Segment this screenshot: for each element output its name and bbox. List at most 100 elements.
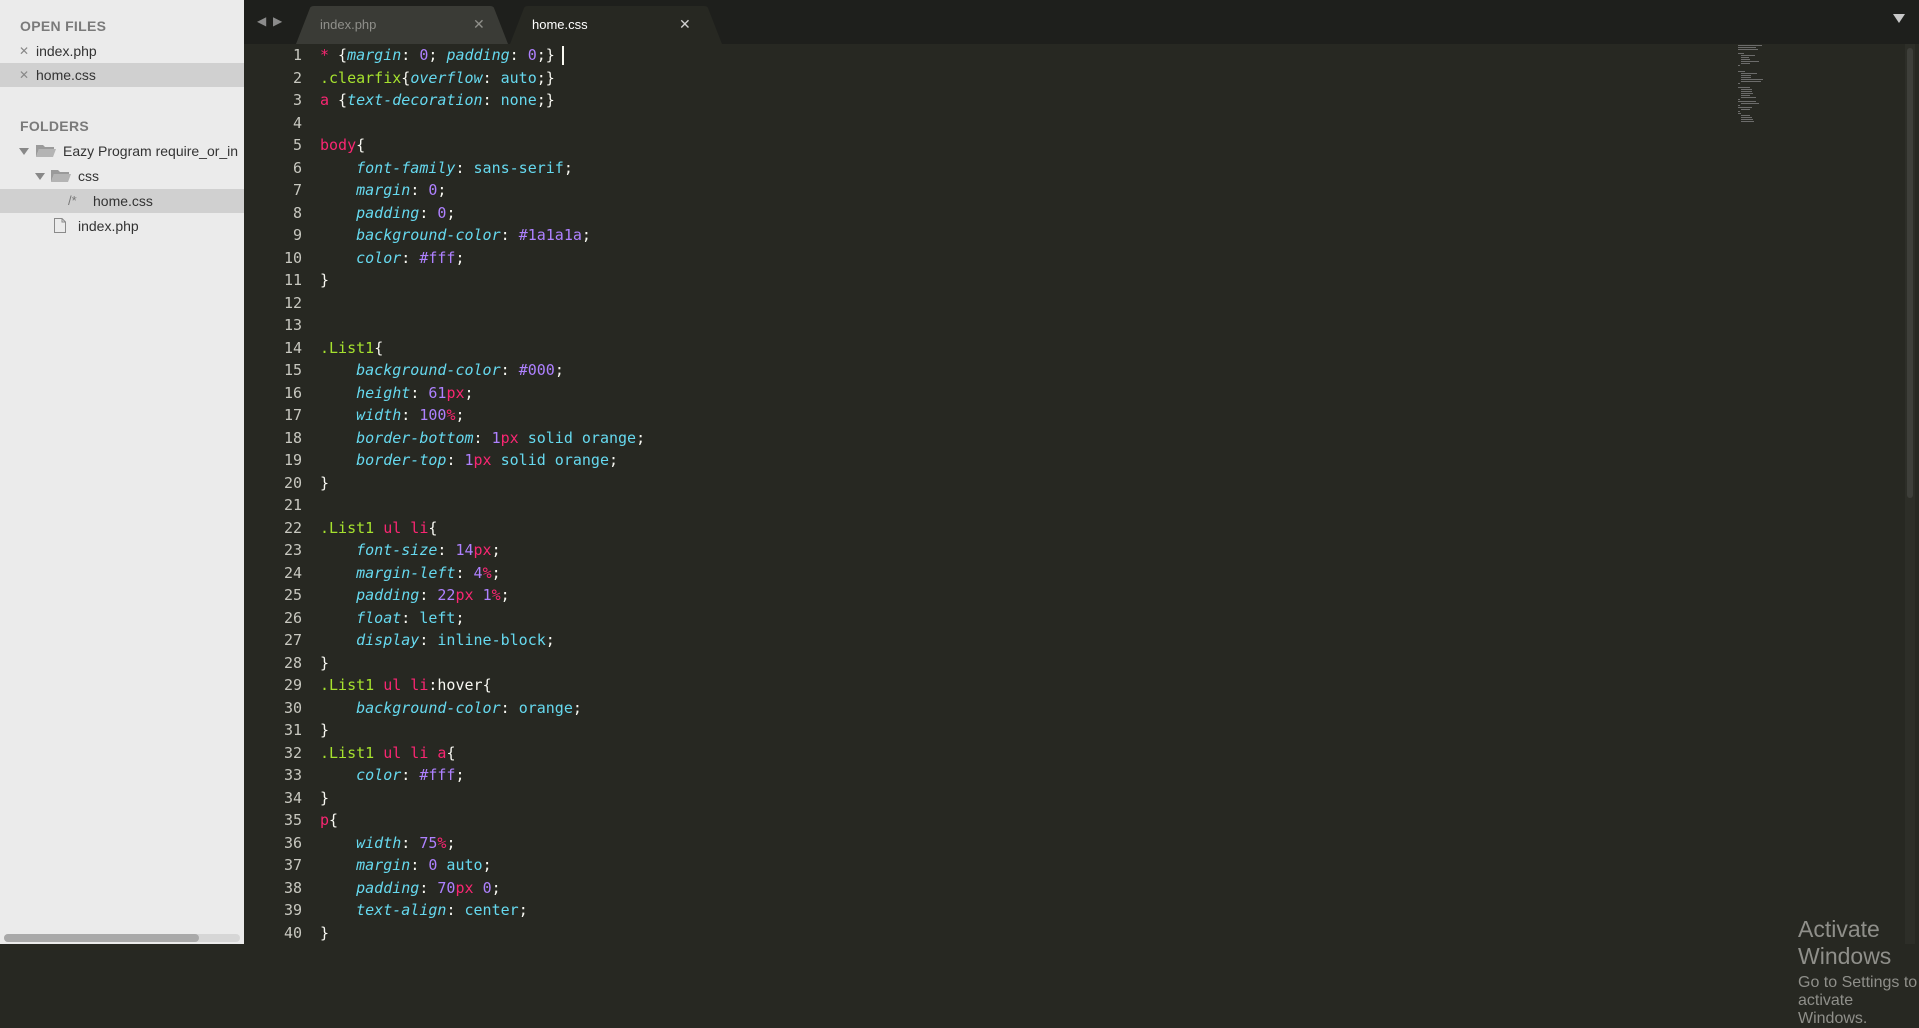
file-label: index.php xyxy=(78,218,139,234)
code-token: #1a1a1a xyxy=(518,226,582,244)
code-line[interactable]: .List1 ul li a{ xyxy=(320,742,455,765)
code-line[interactable]: font-family: sans-serif; xyxy=(320,157,573,180)
open-file-home-css[interactable]: ✕ home.css xyxy=(0,63,244,87)
tab-dropdown-icon[interactable] xyxy=(1893,14,1905,23)
folder-css[interactable]: css xyxy=(0,164,244,188)
tab-label: index.php xyxy=(320,17,377,32)
code-token: } xyxy=(320,473,330,492)
code-line[interactable]: float: left; xyxy=(320,607,465,630)
folder-root[interactable]: Eazy Program require_or_in xyxy=(0,139,244,163)
nav-back-icon[interactable]: ◀ xyxy=(257,14,266,28)
code-line[interactable]: font-size: 14px; xyxy=(320,539,501,562)
code-token: } xyxy=(320,923,330,942)
code-line[interactable]: color: #fff; xyxy=(320,247,464,270)
code-line[interactable]: } xyxy=(320,787,329,810)
code-token: solid orange xyxy=(518,428,637,447)
code-token: : xyxy=(419,586,438,604)
code-line[interactable]: .List1 ul li{ xyxy=(320,517,437,540)
code-line[interactable]: .clearfix{overflow: auto;} xyxy=(320,67,555,90)
code-line[interactable]: .List1{ xyxy=(320,337,383,360)
code-token: : xyxy=(419,631,438,649)
code-token: :hover xyxy=(428,676,483,694)
code-line[interactable]: } xyxy=(320,472,329,495)
code-line[interactable]: background-color: #000; xyxy=(320,359,564,382)
code-line[interactable]: .List1 ul li:hover{ xyxy=(320,674,492,697)
code-line[interactable]: margin: 0; xyxy=(320,179,446,202)
code-token: ; xyxy=(455,608,465,627)
code-token: margin-left xyxy=(356,563,456,582)
code-line[interactable]: text-align: center; xyxy=(320,899,528,922)
line-number: 8 xyxy=(292,203,302,222)
line-number: 26 xyxy=(283,608,302,627)
code-line[interactable]: * {margin: 0; padding: 0;} xyxy=(320,44,555,67)
code-token: : xyxy=(509,46,528,64)
close-icon[interactable]: ✕ xyxy=(473,16,485,33)
code-line[interactable]: body{ xyxy=(320,134,365,157)
code-line[interactable]: background-color: #1a1a1a; xyxy=(320,224,591,247)
chevron-down-icon[interactable] xyxy=(19,148,29,155)
line-number: 25 xyxy=(283,586,302,604)
code-line[interactable]: padding: 0; xyxy=(320,202,455,225)
tab-index-php[interactable]: index.php ✕ xyxy=(296,6,508,44)
code-token: ; xyxy=(491,541,501,559)
code-line[interactable]: color: #fff; xyxy=(320,764,464,787)
code-line[interactable]: } xyxy=(320,719,329,742)
line-number: 33 xyxy=(283,766,302,784)
code-line[interactable]: border-top: 1px solid orange; xyxy=(320,449,618,472)
code-line[interactable]: } xyxy=(320,652,329,675)
editor-scrollbar-thumb[interactable] xyxy=(1907,48,1913,498)
code-line[interactable]: width: 75%; xyxy=(320,832,455,855)
code-token: px xyxy=(455,878,474,897)
sidebar: OPEN FILES ✕ index.php ✕ home.css FOLDER… xyxy=(0,0,244,944)
file-home-css[interactable]: /* home.css xyxy=(0,189,244,213)
line-number: 19 xyxy=(283,451,302,469)
line-number: 27 xyxy=(283,631,302,649)
open-file-index-php[interactable]: ✕ index.php xyxy=(0,39,244,63)
file-index-php[interactable]: index.php xyxy=(0,214,244,238)
code-editor[interactable]: 1 2 3 4 5 6 7 8 9 10 11 12 13 14 15 16 17 18 19 20 21 22 23 24 2… xyxy=(244,44,1919,1027)
code-line[interactable]: display: inline-block; xyxy=(320,629,555,652)
code-line[interactable]: } xyxy=(320,922,329,945)
code-line[interactable]: margin-left: 4%; xyxy=(320,562,501,585)
code-token: : xyxy=(410,383,429,402)
code-token: ;} xyxy=(536,91,555,109)
code-line[interactable]: padding: 70px 0; xyxy=(320,877,501,900)
code-line[interactable]: p{ xyxy=(320,809,338,832)
close-icon[interactable]: ✕ xyxy=(19,63,29,87)
code-token: inline-block xyxy=(437,631,546,649)
code-token: auto xyxy=(437,856,483,874)
code-token: } xyxy=(320,271,330,289)
code-line[interactable]: width: 100%; xyxy=(320,404,464,427)
code-token: { xyxy=(329,811,339,829)
minimap[interactable] xyxy=(1738,44,1848,154)
line-number: 35 xyxy=(283,811,302,829)
code-line[interactable]: padding: 22px 1%; xyxy=(320,584,510,607)
code-token: { xyxy=(356,136,366,154)
nav-forward-icon[interactable]: ▶ xyxy=(273,14,282,28)
code-token: padding xyxy=(356,586,420,604)
code-token: { xyxy=(428,518,438,537)
sidebar-scrollbar-thumb[interactable] xyxy=(4,934,199,942)
chevron-down-icon[interactable] xyxy=(35,173,45,180)
code-line[interactable]: background-color: orange; xyxy=(320,697,582,720)
code-line[interactable]: a {text-decoration: none;} xyxy=(320,89,555,112)
code-token: 0 xyxy=(527,46,537,64)
tab-home-css[interactable]: home.css ✕ xyxy=(510,6,722,44)
line-number: 23 xyxy=(283,541,302,559)
close-icon[interactable]: ✕ xyxy=(19,39,29,63)
code-token: ; xyxy=(446,833,456,852)
code-line[interactable]: border-bottom: 1px solid orange; xyxy=(320,427,645,450)
code-line[interactable]: margin: 0 auto; xyxy=(320,854,491,877)
code-line[interactable]: height: 61px; xyxy=(320,382,473,405)
code-line[interactable]: } xyxy=(320,269,329,292)
code-token: width xyxy=(356,406,402,424)
close-icon[interactable]: ✕ xyxy=(679,16,691,33)
code-token: ; xyxy=(636,428,646,447)
line-number: 16 xyxy=(283,383,302,402)
